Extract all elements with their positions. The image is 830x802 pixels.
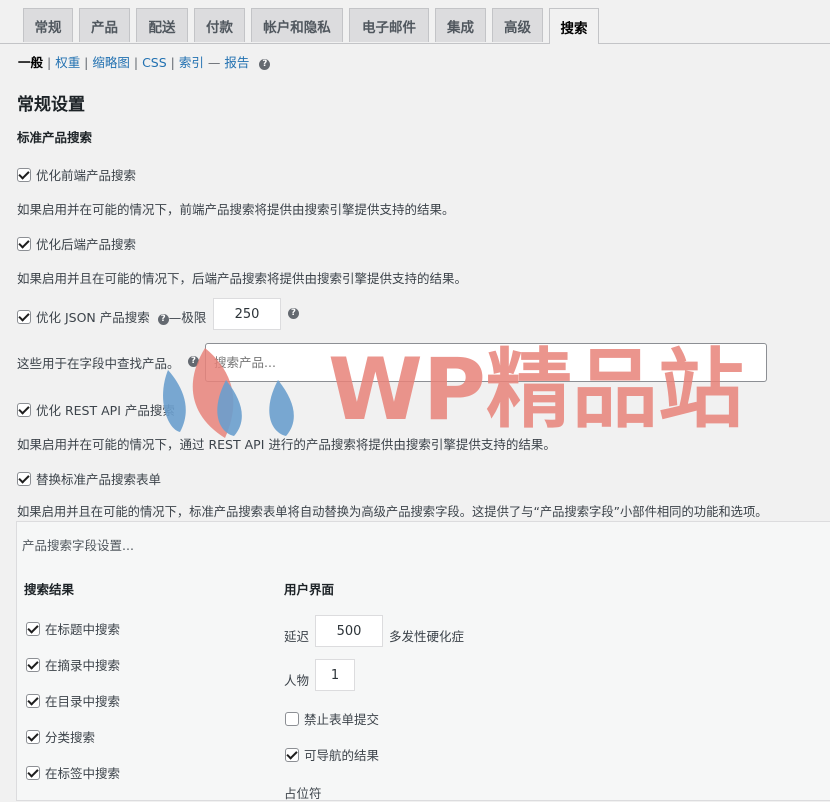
product-search-input[interactable] [205,343,767,382]
json-label: 优化 JSON 产品搜索 [36,310,150,325]
disable-submit-label: 禁止表单提交 [304,712,380,727]
result-label: 分类搜索 [45,730,96,745]
subnav-thumbnails[interactable]: 缩略图 [92,55,130,70]
result-checkbox[interactable] [26,694,40,708]
search-field-settings-panel: 产品搜索字段设置... 搜索结果 在标题中搜索 在摘录中搜索 在目录中搜索 分类… [16,521,830,801]
json-limit-label: —极限 [168,310,207,325]
navigable-checkbox[interactable] [285,748,299,762]
rest-checkbox[interactable] [17,403,31,417]
tab-payments[interactable]: 付款 [194,8,245,42]
ui-heading: 用户界面 [284,582,335,597]
delay-unit: 多发性硬化症 [389,629,465,644]
sub-navigation: 一般 | 权重 | 缩略图 | CSS | 索引 — 报告 ? [18,52,271,71]
characters-input[interactable] [315,659,355,691]
backend-option[interactable]: 优化后端产品搜索 [17,234,136,253]
replace-label: 替换标准产品搜索表单 [36,472,162,487]
section-title: 常规设置 [17,95,85,115]
result-checkbox[interactable] [26,766,40,780]
backend-description: 如果启用并且在可能的情况下，后端产品搜索将提供由搜索引擎提供支持的结果。 [17,271,468,286]
replace-option[interactable]: 替换标准产品搜索表单 [17,469,161,488]
rest-label: 优化 REST API 产品搜索 [36,403,175,418]
result-checkbox[interactable] [26,622,40,636]
results-heading: 搜索结果 [24,582,75,597]
subnav-report[interactable]: 报告 [224,55,249,70]
navigable-label: 可导航的结果 [304,748,380,763]
frontend-description: 如果启用并在可能的情况下，前端产品搜索将提供由搜索引擎提供支持的结果。 [17,202,455,217]
result-option[interactable]: 在摘录中搜索 [26,655,120,674]
result-checkbox[interactable] [26,730,40,744]
field-description: 这些用于在字段中查找产品。 [17,356,180,371]
result-option[interactable]: 在标签中搜索 [26,763,120,782]
backend-label: 优化后端产品搜索 [36,237,137,252]
replace-description: 如果启用并且在可能的情况下，标准产品搜索表单将自动替换为高级产品搜索字段。这提供… [17,505,768,519]
result-option[interactable]: 在标题中搜索 [26,619,120,638]
frontend-option[interactable]: 优化前端产品搜索 [17,165,136,184]
tab-products[interactable]: 产品 [79,8,130,42]
tab-advanced[interactable]: 高级 [492,8,543,42]
help-icon[interactable]: ? [259,59,271,70]
delay-input[interactable] [315,615,383,647]
result-label: 在标题中搜索 [45,622,121,637]
disable-submit-option[interactable]: 禁止表单提交 [285,709,379,728]
tab-emails[interactable]: 电子邮件 [349,8,429,42]
json-option[interactable]: 优化 JSON 产品搜索 ? —极限 [17,307,206,326]
backend-checkbox[interactable] [17,237,31,251]
navigable-option[interactable]: 可导航的结果 [285,745,379,764]
settings-tabs: 常规 产品 配送 付款 帐户和隐私 电子邮件 集成 高级 搜索 [0,0,830,44]
result-option[interactable]: 分类搜索 [26,727,95,746]
frontend-label: 优化前端产品搜索 [36,168,137,183]
subnav-weights[interactable]: 权重 [55,55,80,70]
result-label: 在摘录中搜索 [45,658,121,673]
rest-description: 如果启用并在可能的情况下，通过 REST API 进行的产品搜索将提供由搜索引擎… [17,437,556,452]
subnav-general[interactable]: 一般 [18,55,43,70]
placeholder-label: 占位符 [284,786,322,801]
characters-label: 人物 [284,673,310,688]
json-limit-help-icon[interactable]: ? [288,308,299,319]
frontend-checkbox[interactable] [17,168,31,182]
field-help-icon[interactable]: ? [188,356,199,367]
tab-shipping[interactable]: 配送 [136,8,188,42]
result-option[interactable]: 在目录中搜索 [26,691,120,710]
tab-integration[interactable]: 集成 [435,8,486,42]
tab-general[interactable]: 常规 [23,8,73,42]
subnav-index[interactable]: 索引 [179,55,204,70]
subnav-dash: — [207,55,221,70]
json-checkbox[interactable] [17,310,31,324]
tab-search[interactable]: 搜索 [549,8,599,44]
disable-submit-checkbox[interactable] [285,712,299,726]
result-label: 在标签中搜索 [45,766,121,781]
tab-accounts-privacy[interactable]: 帐户和隐私 [251,8,343,42]
subnav-css[interactable]: CSS [142,55,167,70]
replace-checkbox[interactable] [17,472,31,486]
result-label: 在目录中搜索 [45,694,121,709]
group-title: 标准产品搜索 [17,130,93,145]
rest-option[interactable]: 优化 REST API 产品搜索 [17,400,175,419]
delay-label: 延迟 [284,629,310,644]
json-help-icon[interactable]: ? [157,314,169,325]
json-limit-input[interactable] [213,298,281,330]
result-checkbox[interactable] [26,658,40,672]
panel-title: 产品搜索字段设置... [22,538,134,553]
